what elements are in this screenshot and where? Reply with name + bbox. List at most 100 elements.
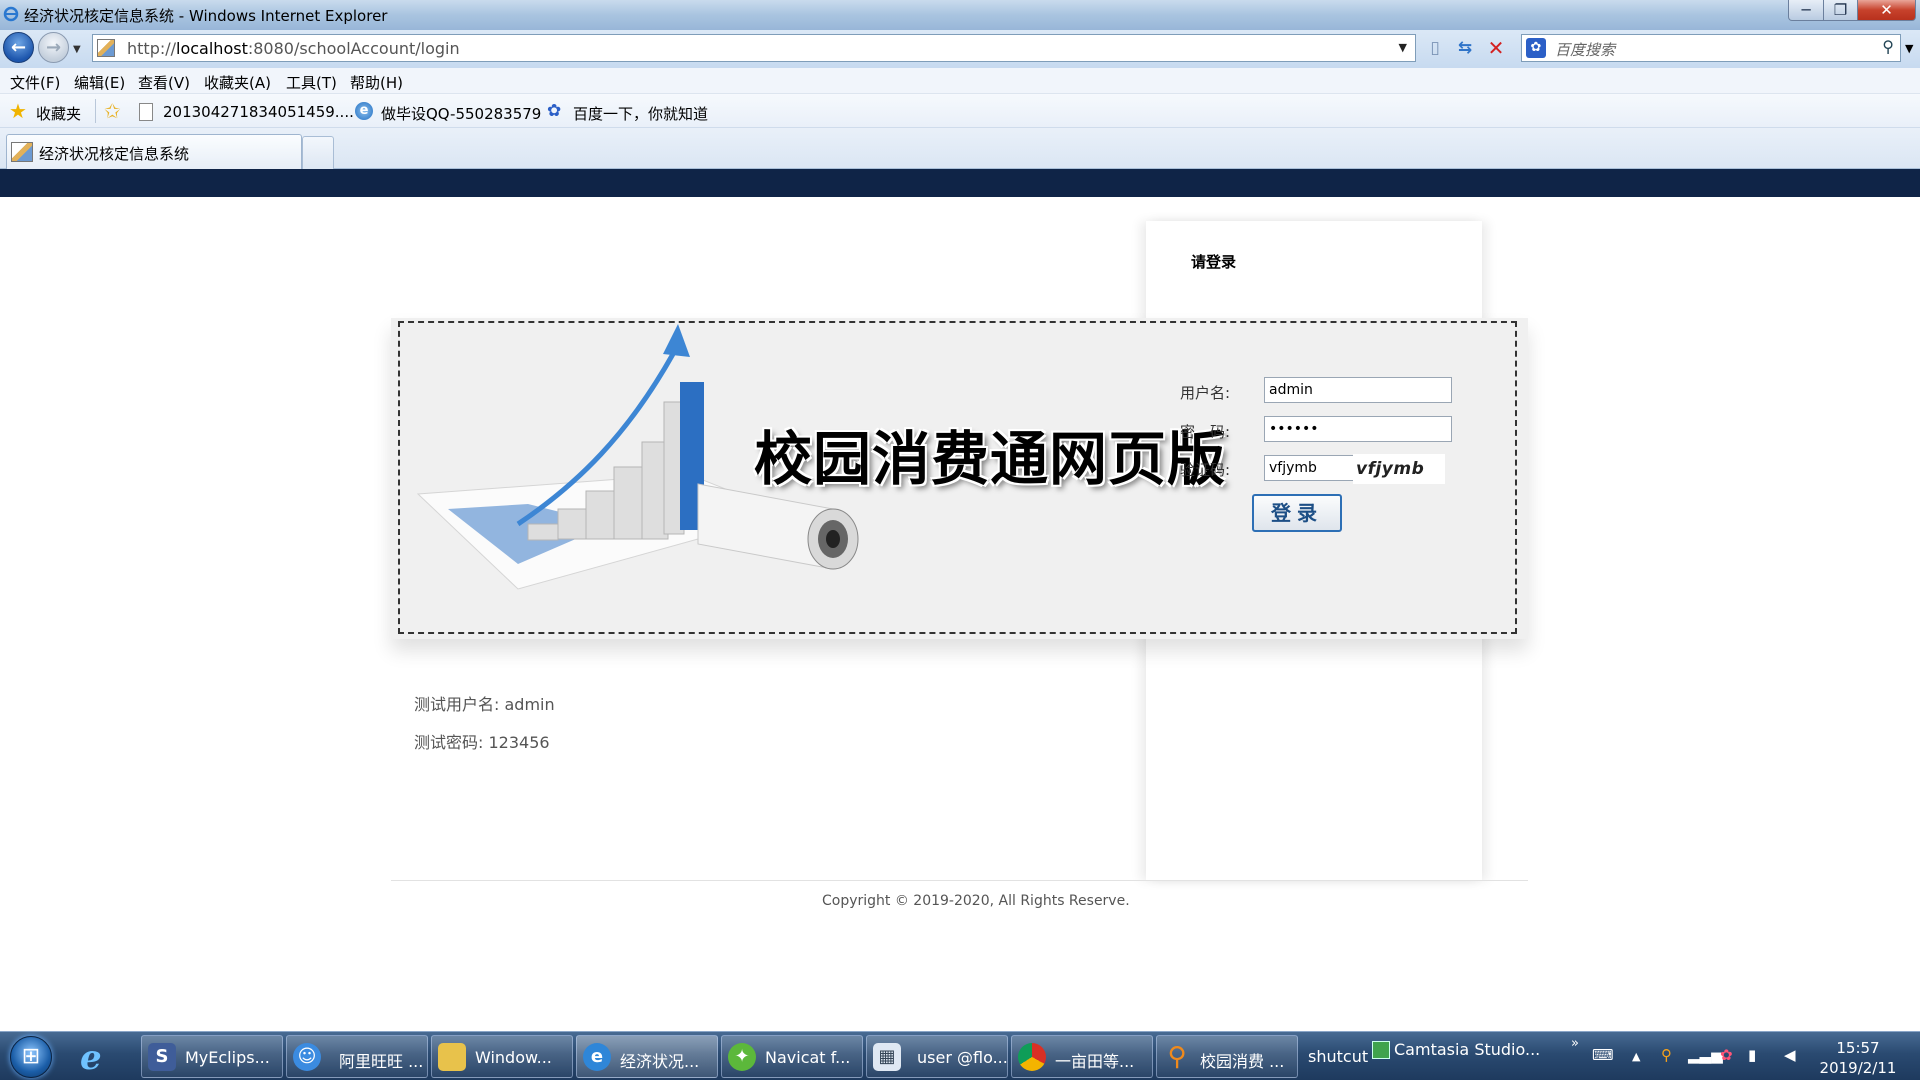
compat-view-icon[interactable]: ▯ bbox=[1423, 36, 1447, 60]
password-input[interactable] bbox=[1264, 416, 1452, 442]
menu-help[interactable]: 帮助(H) bbox=[350, 72, 403, 93]
taskbar-ie-current[interactable]: e 经济状况... bbox=[576, 1035, 718, 1078]
login-button[interactable]: 登录 bbox=[1252, 494, 1342, 532]
ie-task-icon: e bbox=[583, 1043, 611, 1071]
stop-icon[interactable]: ✕ bbox=[1484, 36, 1508, 60]
tab-current[interactable]: 经济状况核定信息系统 bbox=[6, 134, 302, 169]
tray-expand-icon[interactable]: ▲ bbox=[1632, 1050, 1640, 1063]
captcha-image[interactable]: vfjymb bbox=[1353, 454, 1445, 484]
address-url[interactable]: http://localhost:8080/schoolAccount/logi… bbox=[127, 39, 460, 58]
navicat-icon: ✦ bbox=[728, 1043, 756, 1071]
page-icon bbox=[97, 39, 115, 57]
search-box[interactable]: ✿ 百度搜索 ⚲ bbox=[1521, 34, 1901, 62]
menu-edit[interactable]: 编辑(E) bbox=[74, 72, 125, 93]
taskbar-shutcut[interactable]: shutcut bbox=[1308, 1047, 1368, 1066]
clock-date: 2019/2/11 bbox=[1819, 1059, 1897, 1077]
menu-view[interactable]: 查看(V) bbox=[138, 72, 190, 93]
toolbar-expand-icon[interactable]: » bbox=[1571, 1036, 1579, 1051]
back-arrow-icon: ← bbox=[10, 37, 27, 58]
menu-tools[interactable]: 工具(T) bbox=[286, 72, 337, 93]
start-button[interactable]: ⊞ bbox=[10, 1036, 52, 1078]
address-dropdown-icon[interactable]: ▼ bbox=[1399, 41, 1407, 54]
navigation-bar: ← → ▼ http://localhost:8080/schoolAccoun… bbox=[0, 30, 1920, 68]
username-label: 用户名: bbox=[1180, 384, 1231, 402]
refresh-icon[interactable]: ⇆ bbox=[1453, 36, 1477, 60]
tab-label: 经济状况核定信息系统 bbox=[39, 145, 190, 163]
network-icon[interactable]: ▂▃▅ bbox=[1688, 1046, 1723, 1064]
banner-title: 校园消费通网页版 bbox=[754, 425, 1227, 493]
close-icon: ✕ bbox=[1880, 1, 1893, 19]
tray-search-icon[interactable]: ⚲ bbox=[1661, 1046, 1672, 1064]
forward-button[interactable]: → bbox=[38, 32, 69, 63]
password-label: 密 码: bbox=[1180, 423, 1231, 441]
taskbar-myeclipse[interactable]: S MyEclips... bbox=[141, 1035, 283, 1078]
battery-icon[interactable]: ▮ bbox=[1748, 1046, 1756, 1064]
volume-icon[interactable]: ◀ bbox=[1784, 1046, 1796, 1064]
keyboard-icon[interactable]: ⌨ bbox=[1592, 1046, 1614, 1064]
page-header-stripe bbox=[0, 169, 1920, 197]
aliwangwang-icon: ☺ bbox=[293, 1043, 321, 1071]
taskbar-user-query[interactable]: ▦ user @flo... bbox=[866, 1035, 1008, 1078]
camtasia-icon bbox=[1372, 1041, 1390, 1059]
start-orb-icon: ⊞ bbox=[21, 1044, 41, 1069]
footer-divider bbox=[391, 880, 1528, 881]
taskbar-chrome[interactable]: 一亩田等... bbox=[1011, 1035, 1153, 1078]
panel-header: 请登录 bbox=[1191, 253, 1237, 271]
captcha-input[interactable] bbox=[1264, 455, 1355, 481]
window-titlebar: 经济状况核定信息系统 - Windows Internet Explorer ─… bbox=[0, 0, 1920, 30]
favorites-bar: ★ 收藏夹 ✩ 201304271834051459.... e 做毕设QQ-5… bbox=[0, 94, 1920, 128]
tab-page-icon bbox=[11, 142, 33, 162]
window-title: 经济状况核定信息系统 - Windows Internet Explorer bbox=[24, 7, 388, 25]
copyright-text: Copyright © 2019-2020, All Rights Reserv… bbox=[822, 893, 1130, 909]
tab-bar: 经济状况核定信息系统 bbox=[0, 128, 1920, 169]
favorites-label[interactable]: 收藏夹 bbox=[36, 103, 81, 124]
menu-bar: 文件(F) 编辑(E) 查看(V) 收藏夹(A) 工具(T) 帮助(H) bbox=[0, 68, 1920, 94]
menu-file[interactable]: 文件(F) bbox=[10, 72, 60, 93]
add-favorite-icon[interactable]: ✩ bbox=[104, 101, 121, 121]
tray-app-icon[interactable]: ✿ bbox=[1720, 1046, 1733, 1064]
new-tab-button[interactable] bbox=[302, 136, 334, 169]
ie-logo-icon bbox=[3, 6, 19, 22]
folder-icon bbox=[438, 1043, 466, 1071]
menu-favorites[interactable]: 收藏夹(A) bbox=[204, 72, 271, 93]
favbar-divider bbox=[95, 99, 96, 123]
back-button[interactable]: ← bbox=[3, 32, 34, 63]
page-content: 请登录 校园消费通网页版 用户名: 密 码: 验证码: vfjymb bbox=[0, 169, 1920, 1031]
favorite-item-1[interactable]: 201304271834051459.... bbox=[163, 103, 354, 121]
taskbar-camtasia[interactable]: Camtasia Studio... bbox=[1394, 1040, 1540, 1059]
history-dropdown-icon[interactable]: ▼ bbox=[73, 44, 81, 55]
favorite-page-icon bbox=[139, 103, 153, 121]
chrome-icon bbox=[1018, 1043, 1046, 1071]
search-placeholder[interactable]: 百度搜索 bbox=[1555, 39, 1615, 60]
ie-taskbar-icon[interactable]: e bbox=[80, 1038, 102, 1078]
maximize-button[interactable]: ❐ bbox=[1823, 0, 1858, 21]
address-bar[interactable]: http://localhost:8080/schoolAccount/logi… bbox=[92, 34, 1416, 62]
favorite-item-3[interactable]: 百度一下，你就知道 bbox=[573, 103, 708, 124]
search-magnifier-icon[interactable]: ⚲ bbox=[1882, 37, 1894, 56]
restore-icon: ❐ bbox=[1833, 1, 1848, 19]
test-password-hint: 测试密码: 123456 bbox=[414, 733, 550, 752]
minimize-icon: ─ bbox=[1801, 1, 1811, 19]
forward-arrow-icon: → bbox=[45, 37, 62, 58]
myeclipse-icon: S bbox=[148, 1043, 176, 1071]
taskbar-explorer[interactable]: Window... bbox=[431, 1035, 573, 1078]
search-dropdown-icon[interactable]: ▼ bbox=[1905, 42, 1913, 55]
baidu-paw-icon: ✿ bbox=[1526, 38, 1546, 58]
system-clock[interactable]: 15:57 2019/2/11 bbox=[1808, 1038, 1908, 1078]
windows-taskbar: ⊞ e S MyEclips... ☺ 阿里旺旺 ... Window... e… bbox=[0, 1031, 1920, 1080]
close-window-button[interactable]: ✕ bbox=[1857, 0, 1916, 21]
favorites-star-icon[interactable]: ★ bbox=[9, 101, 27, 121]
table-icon: ▦ bbox=[873, 1043, 901, 1071]
test-username-hint: 测试用户名: admin bbox=[414, 695, 555, 714]
username-input[interactable] bbox=[1264, 377, 1452, 403]
taskbar-aliwangwang[interactable]: ☺ 阿里旺旺 ... bbox=[286, 1035, 428, 1078]
baidu-favorite-icon: ✿ bbox=[547, 101, 562, 121]
favorite-item-2[interactable]: 做毕设QQ-550283579 bbox=[381, 103, 541, 124]
clock-time: 15:57 bbox=[1836, 1039, 1880, 1057]
search-app-icon: ⚲ bbox=[1167, 1042, 1187, 1072]
taskbar-campus-app[interactable]: ⚲ 校园消费 ... bbox=[1156, 1035, 1298, 1078]
ie-page-icon: e bbox=[355, 102, 373, 120]
taskbar-navicat[interactable]: ✦ Navicat f... bbox=[721, 1035, 863, 1078]
minimize-button[interactable]: ─ bbox=[1788, 0, 1824, 21]
captcha-label: 验证码: bbox=[1180, 461, 1231, 479]
